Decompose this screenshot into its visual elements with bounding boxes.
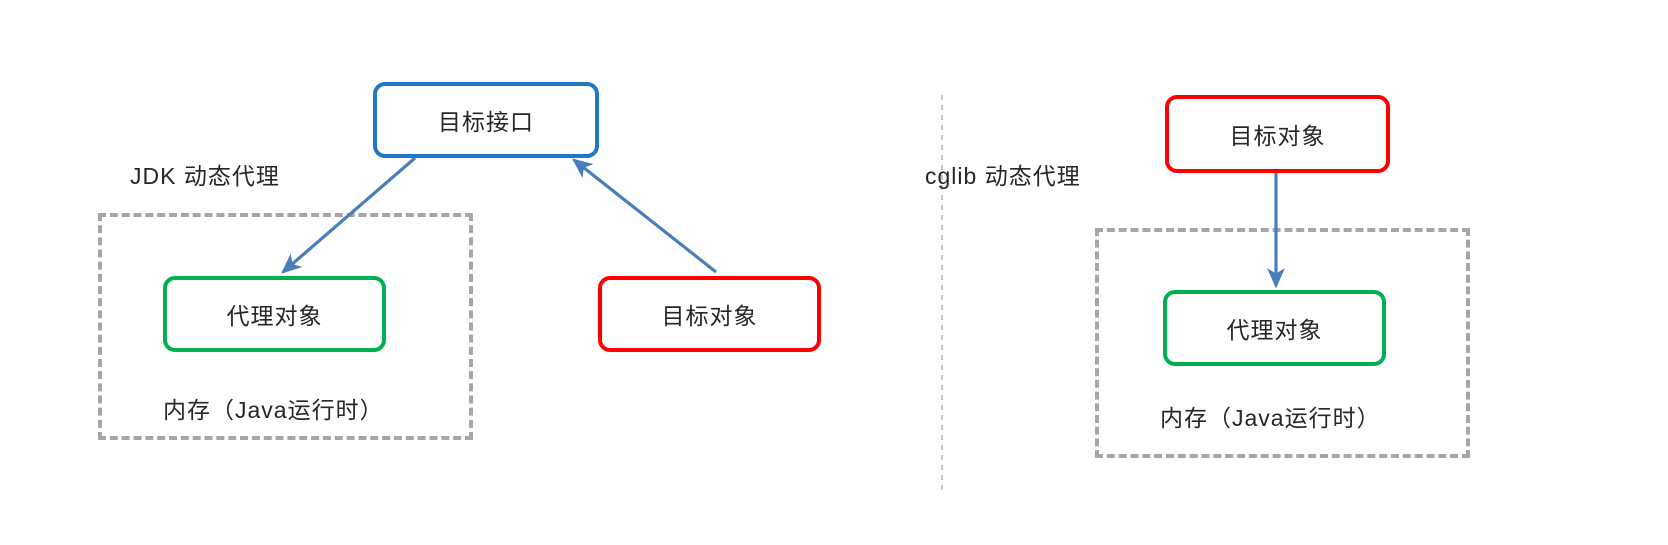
node-target-interface[interactable]: 目标接口: [373, 82, 599, 158]
node-target-object-left[interactable]: 目标对象: [598, 276, 821, 352]
node-target-object-right[interactable]: 目标对象: [1165, 95, 1390, 173]
node-proxy-object-right-label: 代理对象: [1226, 317, 1323, 343]
node-target-object-right-label: 目标对象: [1229, 123, 1326, 149]
node-proxy-object-right[interactable]: 代理对象: [1163, 290, 1386, 366]
panel-label-jdk: JDK 动态代理: [130, 163, 280, 189]
node-proxy-object-left-label: 代理对象: [226, 303, 323, 329]
memory-region-caption-left: 内存（Java运行时）: [163, 397, 384, 423]
node-target-object-left-label: 目标对象: [661, 303, 758, 329]
node-target-interface-label: 目标接口: [438, 109, 534, 135]
panel-label-cglib: cglib 动态代理: [925, 163, 1081, 189]
panel-divider: [941, 95, 943, 490]
diagram-canvas: JDK 动态代理 内存（Java运行时） 目标接口 代理对象 目标对象 cgli…: [0, 0, 1668, 545]
memory-region-caption-right: 内存（Java运行时）: [1160, 405, 1381, 431]
arrow-target-to-interface: [571, 158, 717, 274]
node-proxy-object-left[interactable]: 代理对象: [163, 276, 386, 352]
